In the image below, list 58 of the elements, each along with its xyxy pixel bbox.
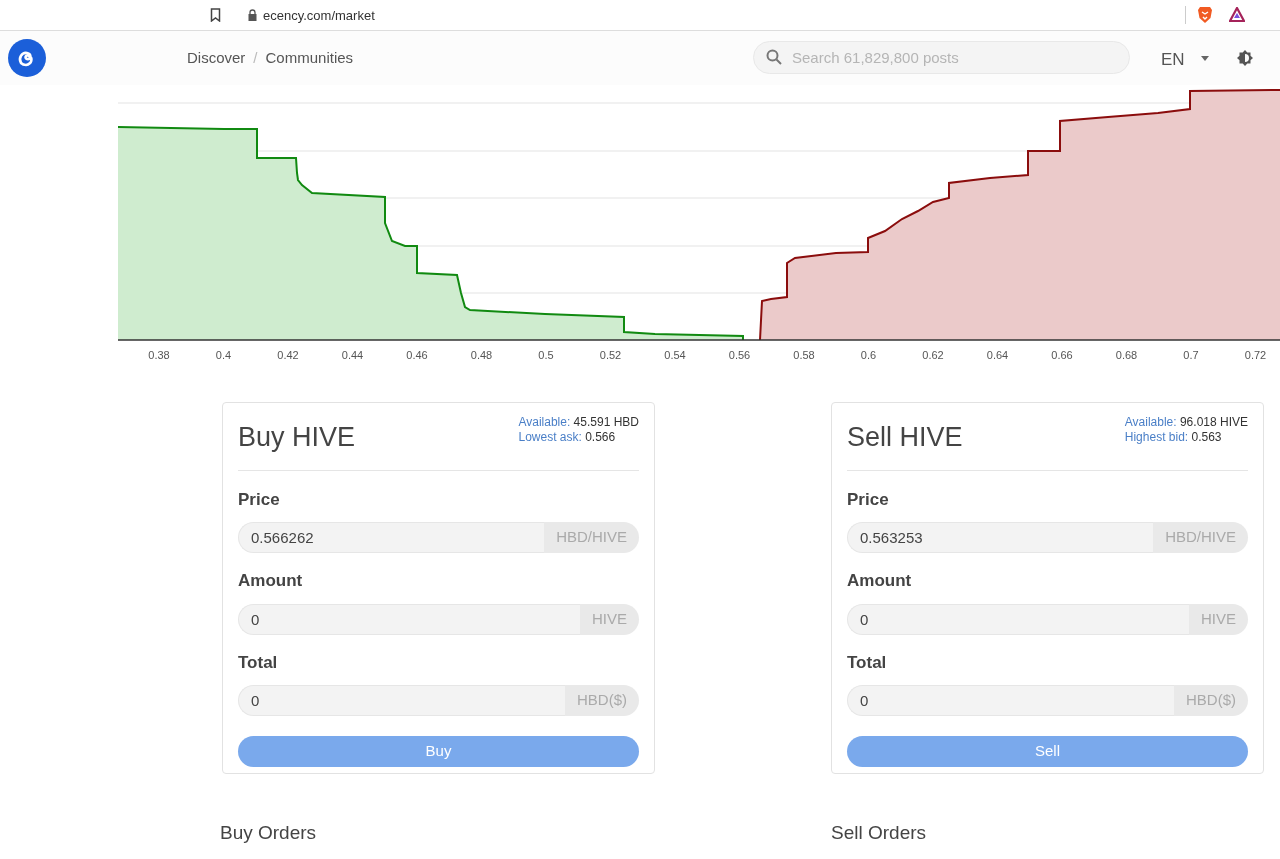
breadcrumb-link[interactable]: Discover — [187, 47, 246, 70]
axis-tick-label: 0.5 — [538, 349, 554, 361]
search-field[interactable]: Search 61,829,800 posts — [753, 41, 1130, 74]
balance-info: Available: 96.018 HIVE — [1124, 415, 1248, 430]
section-heading: Buy Orders — [220, 821, 318, 845]
address-bar-url[interactable]: ecency.com/market — [263, 6, 375, 26]
unit-addon: HIVE — [1189, 603, 1248, 635]
form-title: Sell HIVE — [847, 421, 963, 454]
field-label: Total — [238, 651, 279, 674]
triangle-icon[interactable] — [1229, 7, 1245, 22]
input-field[interactable]: 0 — [238, 685, 565, 716]
caret-icon[interactable] — [1201, 56, 1209, 61]
input-field[interactable]: 0.566262 — [238, 522, 545, 553]
axis-tick-label: 0.38 — [148, 349, 170, 361]
bookmark-icon[interactable] — [210, 8, 221, 22]
axis-tick-label: 0.48 — [470, 349, 493, 361]
field-label: Total — [847, 651, 888, 674]
breadcrumb-link[interactable]: Communities — [265, 47, 354, 70]
field-label: Price — [238, 488, 281, 511]
search-icon — [766, 49, 782, 65]
input-field[interactable]: 0 — [847, 685, 1174, 716]
lock-icon — [248, 9, 257, 21]
axis-tick-label: 0.7 — [1183, 349, 1199, 361]
axis-tick-label: 0.46 — [406, 349, 428, 361]
axis-tick-label: 0.4 — [215, 349, 232, 361]
axis-tick-label: 0.72 — [1244, 349, 1267, 361]
input-field[interactable]: 0 — [238, 603, 580, 635]
field-label: Amount — [238, 570, 304, 592]
unit-addon: HBD($) — [1174, 685, 1248, 716]
logo-icon[interactable] — [8, 39, 46, 77]
unit-addon: HBD($) — [565, 685, 639, 716]
theme-toggle-icon[interactable] — [1237, 50, 1253, 66]
field-label: Price — [847, 488, 890, 511]
axis-tick-label: 0.56 — [728, 349, 751, 361]
field-label: Amount — [847, 570, 913, 592]
balance-info: Lowest ask: 0.566 — [518, 430, 617, 445]
unit-addon: HBD/HIVE — [1153, 522, 1248, 553]
unit-addon: HIVE — [580, 603, 639, 635]
language-selector[interactable]: EN — [1161, 47, 1185, 73]
balance-info: Available: 45.591 HBD — [518, 415, 639, 430]
section-heading: Sell Orders — [831, 821, 928, 845]
balance-info: Highest bid: 0.563 — [1124, 430, 1223, 445]
axis-tick-label: 0.54 — [664, 349, 686, 361]
axis-tick-label: 0.66 — [1051, 349, 1073, 361]
form-title: Buy HIVE — [238, 421, 356, 454]
axis-tick-label: 0.6 — [860, 349, 877, 361]
axis-tick-label: 0.44 — [341, 349, 364, 361]
axis-tick-label: 0.52 — [599, 349, 622, 361]
axis-tick-label: 0.58 — [793, 349, 815, 361]
axis-tick-label: 0.68 — [1115, 349, 1138, 361]
axis-tick-label: 0.62 — [922, 349, 944, 361]
unit-addon: HBD/HIVE — [544, 522, 639, 553]
input-field[interactable]: 0.563253 — [847, 522, 1154, 553]
shield-icon[interactable] — [1197, 6, 1213, 24]
input-field[interactable]: 0 — [847, 603, 1189, 635]
breadcrumb-separator: / — [253, 48, 258, 68]
axis-tick-label: 0.42 — [277, 349, 299, 361]
axis-tick-label: 0.64 — [986, 349, 1009, 361]
